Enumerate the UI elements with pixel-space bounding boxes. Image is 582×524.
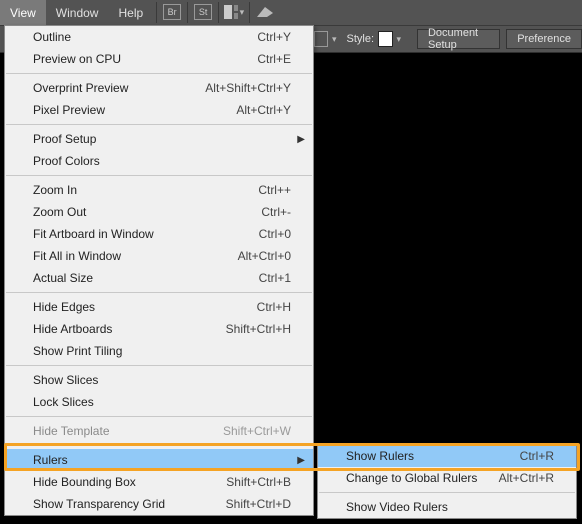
view-menu-item[interactable]: Show Slices [5, 369, 313, 391]
view-menu-item[interactable]: Lock Slices [5, 391, 313, 413]
chevron-down-icon[interactable]: ▾ [396, 34, 401, 45]
rulers-submenu-item[interactable]: Show RulersCtrl+R [318, 445, 576, 467]
menubar: View Window Help Br St ▾ [0, 0, 582, 25]
document-setup-button[interactable]: Document Setup [417, 29, 500, 49]
menu-item-label: Zoom Out [33, 205, 261, 219]
view-menu-dropdown: OutlineCtrl+YPreview on CPUCtrl+EOverpri… [4, 25, 314, 516]
menu-item-shortcut: Alt+Shift+Ctrl+Y [205, 81, 291, 95]
view-menu-item[interactable]: Proof Colors [5, 150, 313, 172]
menu-item-shortcut: Ctrl+E [257, 52, 291, 66]
menu-item-shortcut: Ctrl+Y [257, 30, 291, 44]
chevron-down-icon[interactable]: ▾ [332, 34, 337, 45]
view-menu-item[interactable]: Show Print Tiling [5, 340, 313, 362]
preferences-button[interactable]: Preference [506, 29, 582, 49]
menu-separator [6, 175, 312, 176]
view-menu-item[interactable]: Proof Setup ▶ [5, 128, 313, 150]
bridge-icon[interactable]: Br [162, 3, 182, 21]
menu-item-shortcut: Ctrl+- [261, 205, 291, 219]
menu-item-label: Fit Artboard in Window [33, 227, 259, 241]
menu-separator [6, 365, 312, 366]
menu-item-label: Show Print Tiling [33, 344, 291, 358]
menu-item-shortcut: Shift+Ctrl+H [226, 322, 291, 336]
view-menu-item[interactable]: Show Transparency GridShift+Ctrl+D [5, 493, 313, 515]
menu-item-label: Overprint Preview [33, 81, 205, 95]
menu-item-label: Zoom In [33, 183, 258, 197]
menu-help[interactable]: Help [108, 0, 153, 25]
menu-item-label: Show Rulers [346, 449, 520, 463]
menu-item-shortcut: Ctrl++ [258, 183, 291, 197]
view-menu-item[interactable]: OutlineCtrl+Y [5, 26, 313, 48]
menu-view[interactable]: View [0, 0, 46, 25]
menu-item-label: Proof Setup [33, 132, 291, 146]
view-menu-item[interactable]: Hide ArtboardsShift+Ctrl+H [5, 318, 313, 340]
menu-item-label: Preview on CPU [33, 52, 257, 66]
menu-item-label: Show Slices [33, 373, 291, 387]
menu-separator [6, 445, 312, 446]
view-menu-item[interactable]: Fit Artboard in WindowCtrl+0 [5, 223, 313, 245]
menu-item-label: Rulers [33, 453, 291, 467]
view-menu-item[interactable]: Hide EdgesCtrl+H [5, 296, 313, 318]
arrange-documents-icon[interactable]: ▾ [224, 3, 244, 21]
chevron-right-icon: ▶ [297, 455, 305, 466]
menu-item-label: Outline [33, 30, 257, 44]
menu-separator [319, 492, 575, 493]
view-menu-item[interactable]: Zoom OutCtrl+- [5, 201, 313, 223]
menu-item-label: Fit All in Window [33, 249, 238, 263]
menu-item-label: Pixel Preview [33, 103, 236, 117]
view-menu-item[interactable]: Fit All in WindowAlt+Ctrl+0 [5, 245, 313, 267]
menu-separator [6, 416, 312, 417]
menu-separator [6, 73, 312, 74]
menu-item-shortcut: Shift+Ctrl+W [223, 424, 291, 438]
menu-item-shortcut: Alt+Ctrl+0 [238, 249, 291, 263]
menu-item-shortcut: Shift+Ctrl+B [226, 475, 291, 489]
menu-item-shortcut: Alt+Ctrl+Y [236, 103, 291, 117]
stock-icon[interactable]: St [193, 3, 213, 21]
rulers-submenu-item[interactable]: Change to Global RulersAlt+Ctrl+R [318, 467, 576, 489]
menu-separator [6, 124, 312, 125]
view-menu-item[interactable]: Hide Bounding BoxShift+Ctrl+B [5, 471, 313, 493]
menu-item-label: Show Transparency Grid [33, 497, 226, 511]
menu-item-shortcut: Ctrl+H [257, 300, 291, 314]
style-swatch[interactable] [378, 31, 393, 47]
menu-separator [6, 292, 312, 293]
menu-item-label: Proof Colors [33, 154, 291, 168]
stroke-swatch[interactable] [314, 31, 328, 47]
gpu-performance-icon[interactable] [255, 3, 275, 21]
menu-item-label: Hide Bounding Box [33, 475, 226, 489]
menu-item-label: Change to Global Rulers [346, 471, 499, 485]
rulers-submenu: Show RulersCtrl+RChange to Global Rulers… [317, 444, 577, 519]
menu-item-shortcut: Ctrl+R [520, 449, 554, 463]
menu-window[interactable]: Window [46, 0, 109, 25]
view-menu-item[interactable]: Pixel PreviewAlt+Ctrl+Y [5, 99, 313, 121]
menu-item-label: Actual Size [33, 271, 259, 285]
view-menu-item[interactable]: Overprint PreviewAlt+Shift+Ctrl+Y [5, 77, 313, 99]
view-menu-item: Hide TemplateShift+Ctrl+W [5, 420, 313, 442]
menu-item-label: Hide Template [33, 424, 223, 438]
menu-item-label: Hide Artboards [33, 322, 226, 336]
menu-item-label: Show Video Rulers [346, 500, 554, 514]
view-menu-item[interactable]: Zoom InCtrl++ [5, 179, 313, 201]
style-label: Style: [346, 33, 374, 45]
chevron-right-icon: ▶ [297, 134, 305, 145]
view-menu-item[interactable]: Actual SizeCtrl+1 [5, 267, 313, 289]
menu-item-label: Hide Edges [33, 300, 257, 314]
menu-item-shortcut: Shift+Ctrl+D [226, 497, 291, 511]
view-menu-item[interactable]: Rulers ▶ [5, 449, 313, 471]
menu-item-shortcut: Alt+Ctrl+R [499, 471, 554, 485]
menu-item-shortcut: Ctrl+0 [259, 227, 291, 241]
rulers-submenu-item[interactable]: Show Video Rulers [318, 496, 576, 518]
view-menu-item[interactable]: Preview on CPUCtrl+E [5, 48, 313, 70]
menu-item-label: Lock Slices [33, 395, 291, 409]
menu-item-shortcut: Ctrl+1 [259, 271, 291, 285]
